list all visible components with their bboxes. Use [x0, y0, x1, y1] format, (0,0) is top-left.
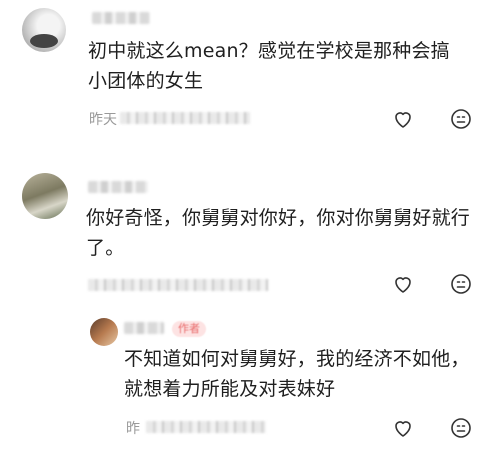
meta-redacted: [146, 421, 266, 433]
author-badge: 作者: [172, 321, 206, 337]
avatar[interactable]: [22, 173, 68, 219]
heart-outline-icon[interactable]: [391, 107, 415, 131]
comment-reply: 作者 不知道如何对舅舅好，我的经济不如他，就想着力所能及对表妹好 昨: [0, 310, 500, 455]
emoji-face-icon[interactable]: [449, 272, 473, 296]
comment-text: 你好奇怪，你舅舅对你好，你对你舅舅好就行了。: [86, 207, 471, 259]
comment-1: 初中就这么mean？感觉在学校是那种会搞小团体的女生 昨天: [0, 0, 500, 140]
username-redacted[interactable]: [124, 322, 164, 334]
username-redacted[interactable]: [88, 181, 148, 193]
avatar[interactable]: [90, 318, 118, 346]
meta-redacted: [88, 279, 268, 291]
emoji-face-icon[interactable]: [449, 416, 473, 440]
comment-time: 昨: [126, 421, 140, 437]
heart-outline-icon[interactable]: [391, 272, 415, 296]
comment-2: 你好奇怪，你舅舅对你好，你对你舅舅好就行了。: [0, 165, 500, 305]
username-redacted[interactable]: [92, 12, 150, 24]
comment-time: 昨天: [89, 112, 117, 128]
heart-outline-icon[interactable]: [391, 416, 415, 440]
emoji-face-icon[interactable]: [449, 107, 473, 131]
meta-redacted: [120, 112, 250, 124]
comment-text: 初中就这么mean？感觉在学校是那种会搞小团体的女生: [88, 40, 450, 92]
comment-text: 不知道如何对舅舅好，我的经济不如他，就想着力所能及对表妹好: [124, 348, 470, 400]
avatar[interactable]: [22, 8, 66, 52]
